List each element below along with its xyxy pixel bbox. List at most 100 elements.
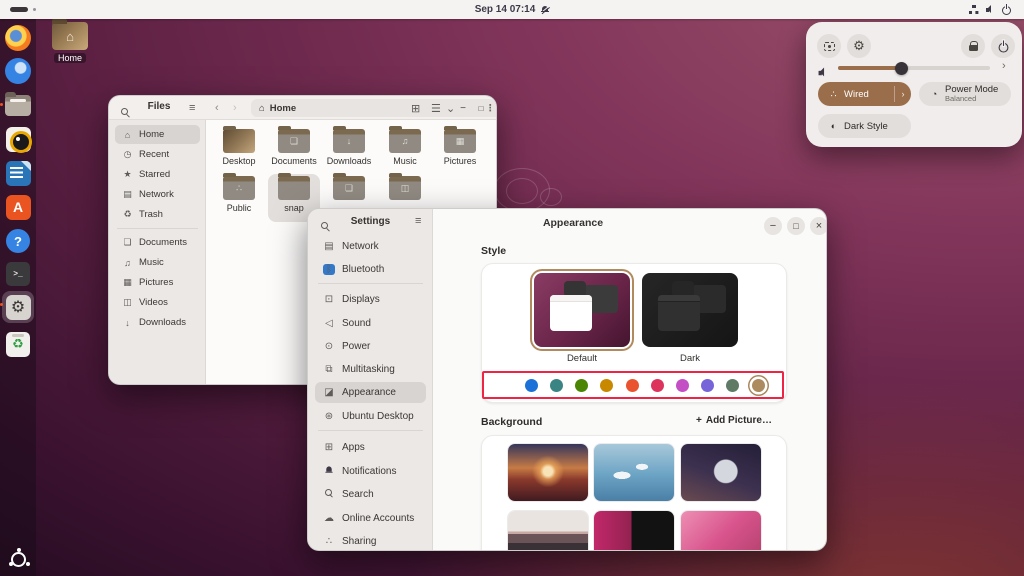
wallpaper-magenta-split[interactable] [594, 511, 674, 550]
wallpaper-desert-sunset[interactable] [508, 444, 588, 501]
thunderbird-icon [5, 58, 31, 84]
dock-item-files[interactable] [0, 91, 32, 119]
settings-item-sharing[interactable]: ∴ Sharing [315, 531, 426, 550]
settings-item-network[interactable]: ▤ Network [315, 236, 426, 257]
workspace-dot[interactable] [33, 8, 36, 11]
file-item-downloads[interactable]: ↓ Downloads [323, 126, 375, 166]
settings-item-label: Online Accounts [342, 513, 415, 524]
volume-expand-chevron-icon[interactable]: › [1002, 60, 1006, 72]
theme-default-preview[interactable] [534, 273, 630, 347]
trash-icon: ♻ [123, 209, 132, 219]
documents-icon: ❏ [123, 237, 132, 247]
settings-item-appearance[interactable]: ◪ Appearance [315, 382, 426, 403]
sidebar-item-videos[interactable]: ◫ Videos [115, 293, 200, 312]
lock-button[interactable] [961, 34, 985, 58]
libreoffice-writer-icon [5, 160, 31, 186]
clock-menu[interactable]: Sep 14 07:14 [475, 4, 550, 15]
file-item-templates[interactable]: ❏ [323, 173, 375, 203]
dock-item-libreoffice-writer[interactable] [4, 159, 32, 187]
settings-item-ubuntu-desktop[interactable]: ⊛ Ubuntu Desktop [315, 406, 426, 427]
settings-item-apps[interactable]: ⊞ Apps [315, 437, 426, 458]
forward-icon[interactable]: › [233, 102, 237, 114]
sidebar-item-downloads[interactable]: ↓ Downloads [115, 313, 200, 332]
sidebar-menu-icon[interactable]: ≡ [189, 102, 195, 114]
grid-view-icon[interactable]: ⊞ [411, 102, 420, 115]
wallpaper-fuji[interactable] [508, 511, 588, 550]
file-item-music[interactable]: ♫ Music [379, 126, 431, 166]
file-item-documents[interactable]: ❏ Documents [268, 126, 320, 166]
search-icon[interactable] [121, 108, 130, 117]
wired-menu-chevron-icon[interactable]: › [895, 89, 911, 99]
settings-item-search[interactable]: Search [315, 484, 426, 505]
view-options-chevron-icon[interactable]: ⌄ [446, 102, 455, 115]
wallpaper-moon-mountain[interactable] [681, 444, 761, 501]
power-mode-toggle[interactable]: ◔ Power Mode Balanced [919, 82, 1011, 106]
search-icon[interactable] [321, 222, 330, 231]
dock-item-firefox[interactable] [4, 24, 32, 52]
sidebar-menu-icon[interactable]: ≡ [415, 215, 421, 227]
settings-item-multitasking[interactable]: ⧉ Multitasking [315, 359, 426, 380]
terminal-icon: >_ [6, 262, 30, 286]
sidebar-item-music[interactable]: ♫ Music [115, 253, 200, 272]
settings-item-notifications[interactable]: Notifications [315, 461, 426, 482]
wallpaper-pink-abstract[interactable] [681, 511, 761, 550]
dock-item-help[interactable]: ? [4, 227, 32, 255]
sidebar-item-documents[interactable]: ❏ Documents [115, 233, 200, 252]
list-view-icon[interactable]: ☰ [431, 102, 441, 115]
dock-item-trash[interactable]: ♻ [4, 330, 32, 358]
sidebar-item-pictures[interactable]: ▦ Pictures [115, 273, 200, 292]
desktop-home-folder[interactable]: ⌂ Home [46, 18, 94, 74]
maximize-button[interactable]: □ [473, 100, 489, 116]
desktop-wallpaper: Sep 14 07:14 A ? >_ ⚙ ♻ ⌂ Home Files ≡ ‹ [0, 0, 1024, 576]
close-button[interactable]: × [810, 217, 826, 235]
dock-item-rhythmbox[interactable] [4, 125, 32, 153]
share-emblem-icon: ∴ [236, 183, 242, 193]
maximize-button[interactable]: □ [787, 217, 805, 235]
file-label: Desktop [222, 156, 256, 166]
dock-item-thunderbird[interactable] [4, 57, 32, 85]
file-item-videos[interactable]: ◫ [379, 173, 431, 203]
dock-item-settings[interactable]: ⚙ [0, 291, 34, 323]
file-item-desktop[interactable]: Desktop [213, 126, 265, 166]
settings-item-label: Ubuntu Desktop [342, 411, 414, 422]
dock-item-app-center[interactable]: A [4, 193, 32, 221]
file-item-snap[interactable]: snap [268, 173, 320, 213]
wallpaper-sky-islands[interactable] [594, 444, 674, 501]
workspace-indicator[interactable] [10, 7, 28, 12]
settings-button[interactable]: ⚙ [847, 34, 871, 58]
sidebar-divider [318, 430, 423, 431]
screenshot-button[interactable] [817, 34, 841, 58]
sidebar-label: Starred [139, 169, 171, 180]
sidebar-item-network[interactable]: ▤ Network [115, 185, 200, 204]
back-icon[interactable]: ‹ [215, 102, 219, 114]
dock-item-terminal[interactable]: >_ [4, 260, 32, 288]
system-tray[interactable] [962, 2, 1018, 17]
settings-item-power[interactable]: ⊙ Power [315, 336, 426, 357]
folder-icon: ◫ [389, 173, 421, 200]
sidebar-label: Pictures [139, 277, 174, 288]
dock-item-app-grid[interactable] [4, 545, 32, 573]
volume-slider-handle[interactable] [894, 61, 908, 75]
power-icon [1002, 4, 1011, 15]
minimize-button[interactable]: − [455, 100, 471, 116]
wired-toggle[interactable]: ∴ Wired › [818, 82, 911, 106]
power-button[interactable] [991, 34, 1015, 58]
add-picture-button[interactable]: + Add Picture… [696, 415, 772, 426]
file-item-pictures[interactable]: ▦ Pictures [434, 126, 486, 166]
settings-item-sound[interactable]: ◁ Sound [315, 313, 426, 334]
sidebar-item-starred[interactable]: ★ Starred [115, 165, 200, 184]
dark-style-toggle[interactable]: ◐ Dark Style [818, 114, 911, 138]
sidebar-item-home[interactable]: ⌂ Home [115, 125, 200, 144]
sidebar-item-trash[interactable]: ♻ Trash [115, 205, 200, 224]
theme-dark-preview[interactable] [642, 273, 738, 347]
sidebar-item-recent[interactable]: ◷ Recent [115, 145, 200, 164]
settings-item-online-accounts[interactable]: ☁ Online Accounts [315, 508, 426, 529]
volume-slider[interactable] [838, 61, 990, 75]
minimize-button[interactable]: − [764, 217, 782, 235]
apps-icon: ⊞ [324, 442, 334, 453]
bluetooth-icon: ᛒ [323, 264, 335, 275]
settings-item-bluetooth[interactable]: ᛒ Bluetooth [315, 259, 426, 280]
file-item-public[interactable]: ∴ Public [213, 173, 265, 213]
settings-item-displays[interactable]: ⊡ Displays [315, 289, 426, 310]
folder-icon: ↓ [333, 126, 365, 153]
